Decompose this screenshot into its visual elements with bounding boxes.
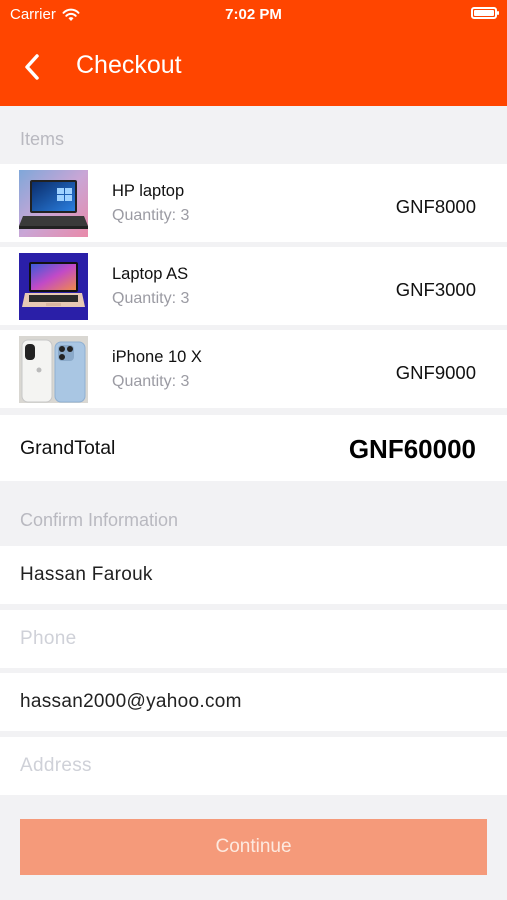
item-name: Laptop AS (112, 265, 189, 283)
item-price: GNF9000 (395, 362, 476, 383)
battery-icon (471, 7, 499, 19)
hp-laptop-image (19, 170, 88, 237)
name-field[interactable] (20, 546, 490, 604)
continue-button[interactable]: Continue (20, 819, 487, 875)
grand-total-row: GrandTotal GNF60000 (0, 415, 507, 481)
name-field-row (0, 546, 507, 604)
item-quantity: Quantity: 3 (112, 207, 190, 224)
chevron-left-icon (25, 54, 39, 80)
page-title: Checkout (76, 51, 182, 79)
email-field-row (0, 673, 507, 731)
macbook-image (19, 253, 88, 320)
address-field[interactable] (20, 737, 490, 795)
nav-header: Carrier 7:02 PM Checkout (0, 0, 507, 106)
confirm-section-label: Confirm Information (20, 510, 179, 530)
grand-total-label: GrandTotal (20, 437, 116, 459)
item-name: iPhone 10 X (112, 348, 202, 366)
item-quantity: Quantity: 3 (112, 373, 190, 390)
email-field[interactable] (20, 673, 490, 731)
back-button[interactable] (18, 50, 46, 84)
list-item[interactable]: HP laptop Quantity: 3 GNF8000 (0, 164, 507, 242)
items-section-label: Items (20, 129, 65, 149)
status-time: 7:02 PM (225, 6, 282, 23)
status-bar: Carrier 7:02 PM (0, 0, 507, 28)
address-field-row (0, 737, 507, 795)
phone-field[interactable] (20, 610, 490, 668)
item-quantity: Quantity: 3 (112, 290, 190, 307)
item-name: HP laptop (112, 182, 185, 200)
list-item[interactable]: iPhone 10 X Quantity: 3 GNF9000 (0, 330, 507, 408)
item-price: GNF3000 (395, 279, 476, 300)
phone-field-row (0, 610, 507, 668)
item-price: GNF8000 (395, 196, 476, 217)
grand-total-value: GNF60000 (348, 434, 476, 464)
list-item[interactable]: Laptop AS Quantity: 3 GNF3000 (0, 247, 507, 325)
iphone-image (19, 336, 88, 403)
